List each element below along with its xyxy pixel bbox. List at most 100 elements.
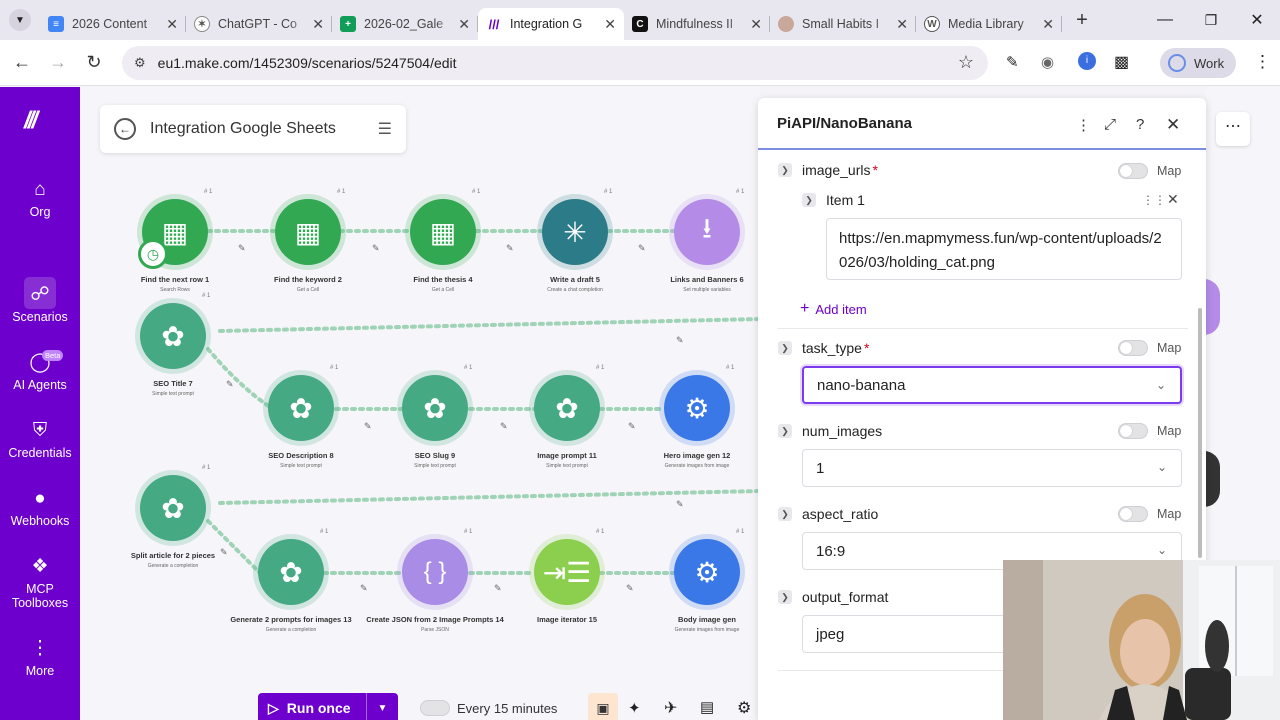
module-label[interactable]: Find the thesis 4 — [373, 275, 513, 284]
sidebar-item-mcp-toolboxes[interactable]: ❖ MCP Toolboxes — [0, 556, 80, 610]
window-close-button[interactable]: ✕ — [1234, 10, 1280, 30]
tab-search-button[interactable]: ▼ — [0, 0, 40, 40]
extensions-icon[interactable]: ▩ — [1114, 52, 1129, 72]
reload-button[interactable]: ↻ — [76, 45, 112, 81]
module-body-image-gen[interactable]: ⚙ — [674, 539, 740, 605]
sidebar-item-ai-agents[interactable]: ◯ AI Agents — [0, 352, 80, 392]
browser-tab-active[interactable]: /// Integration G ✕ — [478, 8, 624, 40]
module-label[interactable]: SEO Description 8 — [231, 451, 371, 460]
close-icon[interactable]: ✕ — [458, 16, 470, 33]
make-logo[interactable]: /// — [24, 107, 38, 135]
more-options-icon[interactable]: ⋮ — [1076, 116, 1091, 134]
module-label[interactable]: Split article for 2 pieces — [103, 551, 243, 560]
module-label[interactable]: Generate 2 prompts for images 13 — [221, 615, 361, 624]
chevron-right-icon[interactable]: ❯ — [778, 507, 792, 521]
array-item-1[interactable]: ❯ Item 1 — [802, 192, 865, 208]
chevron-right-icon[interactable]: ❯ — [778, 590, 792, 604]
back-button[interactable]: ← — [4, 45, 40, 81]
module-image-prompt[interactable]: ✿ — [534, 375, 600, 441]
map-toggle[interactable] — [1118, 506, 1148, 522]
field-task-type[interactable]: ❯ task_type * — [778, 340, 869, 356]
bookmark-star-icon[interactable]: ☆ — [958, 52, 974, 73]
chevron-down-icon[interactable]: ▼ — [366, 693, 398, 720]
module-find-the-thesis[interactable]: ▦ — [410, 199, 476, 265]
module-create-json-from-2-image-prompts[interactable]: { } — [402, 539, 468, 605]
profile-button[interactable]: Work — [1160, 48, 1236, 78]
browser-tab[interactable]: C Mindfulness II ✕ — [624, 8, 770, 40]
canvas-menu-button[interactable]: ⋯ — [1216, 112, 1250, 146]
map-toggle[interactable] — [1118, 340, 1148, 356]
map-toggle[interactable] — [1118, 163, 1148, 179]
close-icon[interactable]: ✕ — [1042, 16, 1054, 33]
module-label[interactable]: Find the keyword 2 — [238, 275, 378, 284]
close-icon[interactable]: ✕ — [604, 16, 616, 33]
browser-menu-icon[interactable]: ⋮ — [1254, 52, 1271, 72]
module-label[interactable]: Body image gen — [637, 615, 760, 624]
close-icon[interactable]: ✕ — [896, 16, 908, 33]
save-icon[interactable]: ▣ — [588, 693, 618, 720]
module-label[interactable]: Links and Banners 6 — [637, 275, 760, 284]
panel-scrollbar[interactable] — [1198, 308, 1202, 558]
sidebar-item-more[interactable]: ⋮ More — [0, 638, 80, 678]
module-label[interactable]: SEO Title 7 — [103, 379, 243, 388]
notes-icon[interactable]: ▤ — [700, 698, 714, 716]
module-seo-title[interactable]: ✿ — [140, 303, 206, 369]
drag-handle-icon[interactable]: ⋮⋮ — [1142, 193, 1166, 207]
sidebar-item-webhooks[interactable]: ● Webhooks — [0, 488, 80, 528]
module-image-iterator[interactable]: ⇥☰ — [534, 539, 600, 605]
module-label[interactable]: Hero image gen 12 — [627, 451, 760, 460]
schedule-toggle[interactable] — [420, 700, 450, 716]
chevron-right-icon[interactable]: ❯ — [778, 424, 792, 438]
field-output-format[interactable]: ❯ output_format — [778, 589, 888, 605]
module-links-and-banners[interactable]: ⭳ — [674, 199, 740, 265]
schedule-clock-icon[interactable]: ◷ — [138, 239, 168, 269]
schedule-label[interactable]: Every 15 minutes — [457, 701, 557, 716]
module-seo-description[interactable]: ✿ — [268, 375, 334, 441]
back-arrow-icon[interactable]: ← — [114, 118, 136, 140]
module-seo-slug[interactable]: ✿ — [402, 375, 468, 441]
airplane-icon[interactable]: ✈ — [664, 698, 677, 718]
pen-icon[interactable]: ✎ — [1006, 53, 1019, 71]
settings-sliders-icon[interactable]: ☰ — [378, 119, 392, 139]
chevron-right-icon[interactable]: ❯ — [778, 163, 792, 177]
module-label[interactable]: Image iterator 15 — [497, 615, 637, 624]
num-images-select[interactable]: 1 ⌄ — [802, 449, 1182, 487]
field-aspect-ratio[interactable]: ❯ aspect_ratio — [778, 506, 878, 522]
map-toggle[interactable] — [1118, 423, 1148, 439]
module-split-article-for-2-pieces[interactable]: ✿ — [140, 475, 206, 541]
module-label[interactable]: Image prompt 11 — [497, 451, 637, 460]
browser-tab[interactable]: W Media Library ✕ — [916, 8, 1062, 40]
scenario-canvas[interactable]: ✎ ✎ ✎ ✎ ✎ ✎ ✎ ✎ ✎ ✎ ✎ ✎ ✎ ✎ ← Integration Google Sh… — [80, 87, 760, 720]
chevron-right-icon[interactable]: ❯ — [802, 193, 816, 207]
field-image-urls[interactable]: ❯ image_urls * — [778, 162, 878, 178]
close-icon[interactable]: ✕ — [750, 16, 762, 33]
sidebar-item-org[interactable]: ⌂ Org — [0, 179, 80, 219]
module-find-the-keyword[interactable]: ▦ — [275, 199, 341, 265]
module-label[interactable]: SEO Slug 9 — [365, 451, 505, 460]
site-info-icon[interactable]: ⚙ — [134, 55, 146, 71]
browser-tab[interactable]: ≡ 2026 Content ✕ — [40, 8, 186, 40]
browser-tab[interactable]: ✶ ChatGPT - Co ✕ — [186, 8, 332, 40]
add-item-button[interactable]: + Add item — [800, 300, 867, 318]
close-icon[interactable]: ✕ — [312, 16, 324, 33]
restore-button[interactable]: ❐ — [1188, 12, 1234, 29]
forward-button[interactable]: → — [40, 45, 76, 81]
expand-icon[interactable]: ⤢ — [1104, 116, 1116, 133]
gear-icon[interactable]: ⚙ — [737, 698, 751, 718]
minimize-button[interactable]: — — [1142, 11, 1188, 29]
sidebar-item-credentials[interactable]: ⛨ Credentials — [0, 420, 80, 460]
chevron-right-icon[interactable]: ❯ — [778, 341, 792, 355]
password-manager-icon[interactable]: i — [1078, 52, 1096, 70]
new-tab-button[interactable]: + — [1062, 0, 1102, 40]
module-generate-2-prompts-for-images[interactable]: ✿ — [258, 539, 324, 605]
camera-icon[interactable]: ◉ — [1041, 53, 1054, 71]
close-icon[interactable]: ✕ — [1166, 115, 1180, 135]
module-label[interactable]: Write a draft 5 — [505, 275, 645, 284]
module-label[interactable]: Create JSON from 2 Image Prompts 14 — [365, 615, 505, 624]
scenario-title[interactable]: Integration Google Sheets — [150, 120, 336, 138]
address-bar[interactable]: ⚙ eu1.make.com/1452309/scenarios/5247504… — [122, 46, 988, 80]
module-label[interactable]: Find the next row 1 — [105, 275, 245, 284]
task-type-select[interactable]: nano-banana ⌄ — [802, 366, 1182, 404]
close-icon[interactable]: ✕ — [166, 16, 178, 33]
browser-tab[interactable]: +2026-02_Gale ✕ — [332, 8, 478, 40]
